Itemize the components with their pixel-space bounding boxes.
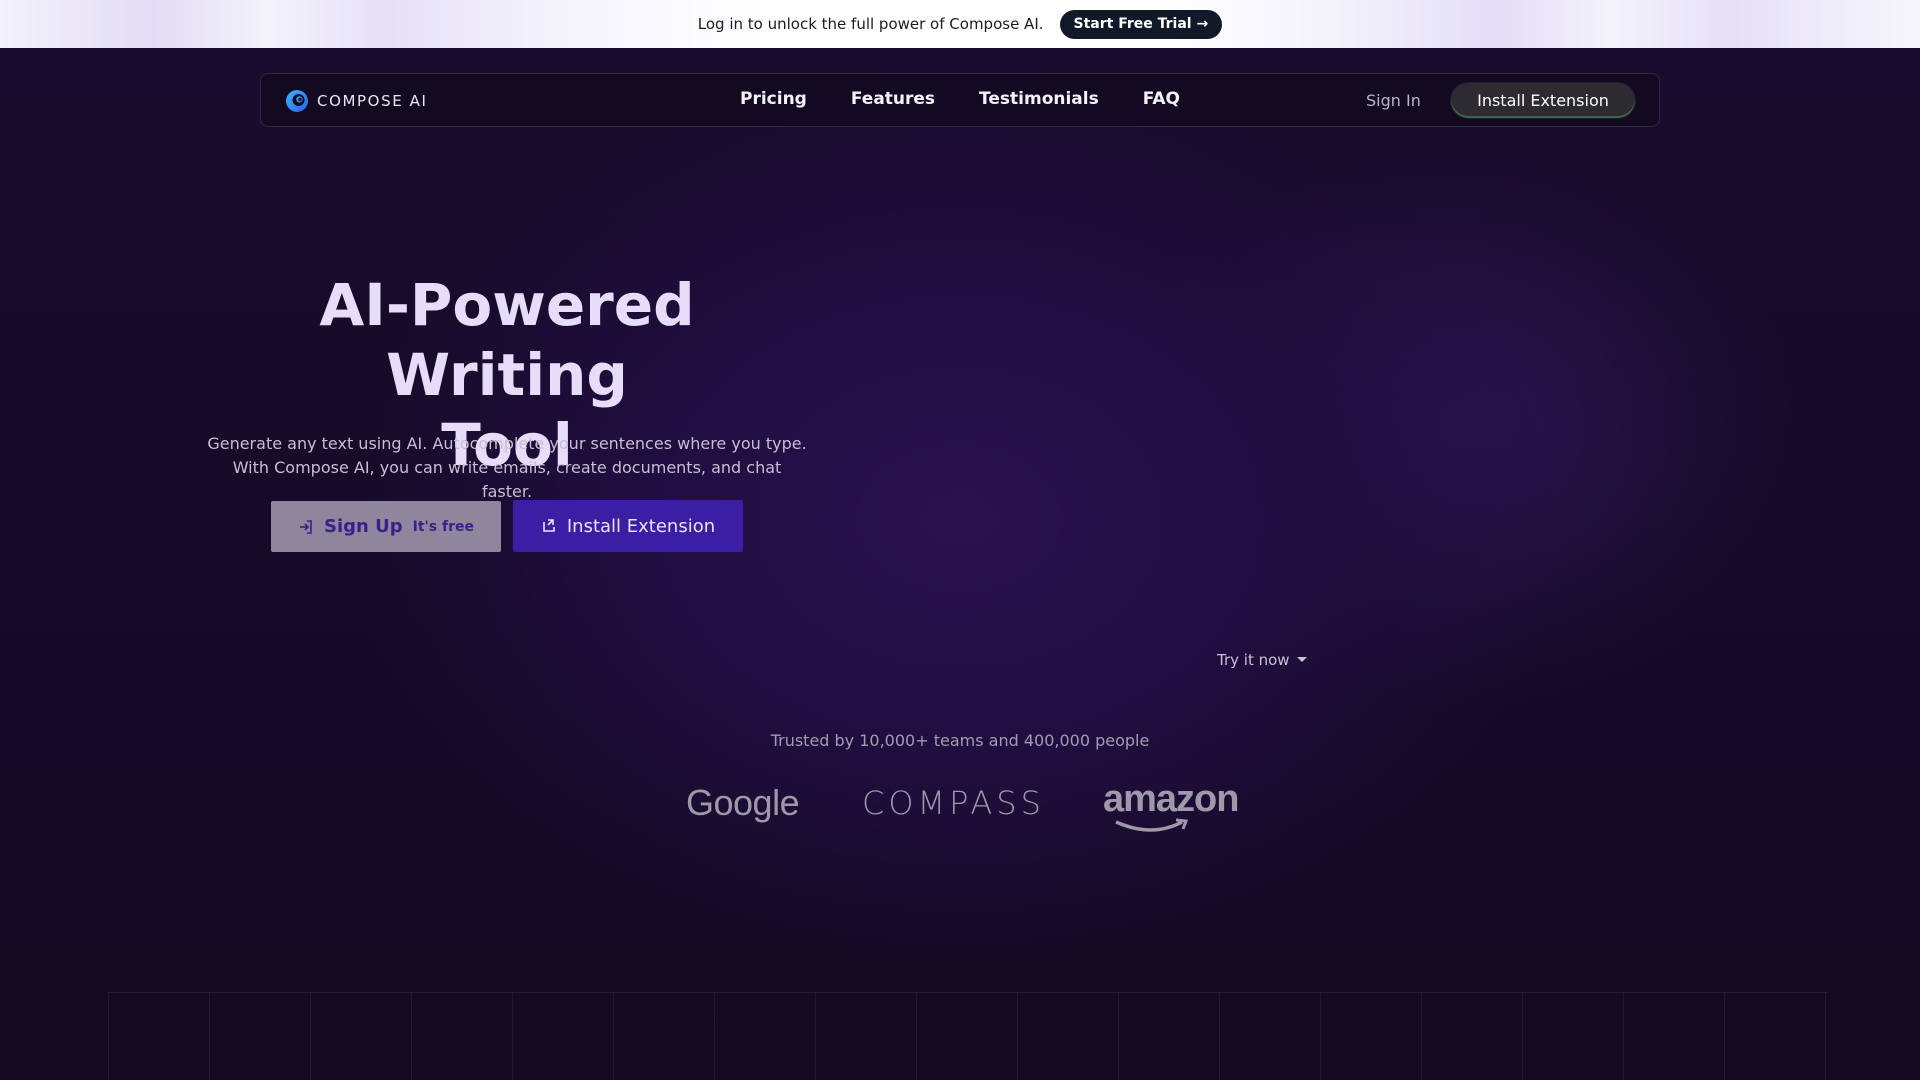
try-it-now-label: Try it now (1217, 651, 1290, 669)
hero-subtitle: Generate any text using AI. Autocomplete… (207, 432, 807, 504)
brand-name: COMPOSE AI (317, 92, 428, 110)
grid-line (209, 993, 210, 1080)
trusted-by-text: Trusted by 10,000+ teams and 400,000 peo… (770, 731, 1150, 750)
grid-line (916, 993, 917, 1080)
grid-line (1522, 993, 1523, 1080)
grid-line (1219, 993, 1220, 1080)
install-extension-button[interactable]: Install Extension (513, 500, 743, 552)
start-free-trial-button[interactable]: Start Free Trial → (1059, 9, 1223, 39)
try-it-now-link[interactable]: Try it now (1217, 651, 1308, 669)
grid-line (1017, 993, 1018, 1080)
grid-line (1724, 993, 1725, 1080)
banner-text: Log in to unlock the full power of Compo… (697, 15, 1044, 33)
sign-up-label: Sign Up (324, 516, 403, 537)
grid-line (1421, 993, 1422, 1080)
amazon-smile-icon (1115, 818, 1189, 832)
sign-in-link[interactable]: Sign In (1366, 91, 1421, 110)
grid-line (1118, 993, 1119, 1080)
hero-subtitle-line2: With Compose AI, you can write emails, c… (232, 458, 782, 501)
grid-line (411, 993, 412, 1080)
promo-banner: Log in to unlock the full power of Compo… (0, 0, 1920, 48)
amazon-logo: amazon (1103, 778, 1239, 820)
decorative-grid (108, 992, 1828, 1080)
grid-line (512, 993, 513, 1080)
install-extension-label: Install Extension (566, 515, 716, 537)
grid-line (1825, 993, 1826, 1080)
grid-line (815, 993, 816, 1080)
grid-line (613, 993, 614, 1080)
download-icon (543, 519, 555, 532)
brand-logo[interactable]: COMPOSE AI (285, 89, 428, 113)
google-logo: Google (686, 782, 800, 823)
grid-line (108, 993, 109, 1080)
grid-line (1623, 993, 1624, 1080)
grid-line (714, 993, 715, 1080)
hero-title-line1: AI-Powered Writing (319, 271, 695, 409)
nav-link-testimonials[interactable]: Testimonials (979, 89, 1099, 109)
nav-links: Pricing Features Testimonials FAQ (740, 89, 1180, 109)
nav-link-pricing[interactable]: Pricing (740, 89, 807, 109)
hero-background (0, 48, 1920, 1080)
sign-in-icon (300, 519, 312, 534)
nav-link-faq[interactable]: FAQ (1143, 89, 1180, 109)
top-nav: COMPOSE AI Pricing Features Testimonials… (260, 73, 1660, 127)
nav-install-extension-button[interactable]: Install Extension (1451, 83, 1635, 118)
grid-line (310, 993, 311, 1080)
compose-logo-icon (286, 90, 308, 112)
nav-link-features[interactable]: Features (851, 89, 935, 109)
compass-logo: COMPASS (862, 784, 1045, 822)
sign-up-free-badge: It's free (412, 518, 474, 535)
hero-subtitle-line1: Generate any text using AI. Autocomplete… (207, 434, 807, 453)
grid-line (1320, 993, 1321, 1080)
sign-up-button[interactable]: Sign Up It's free (271, 501, 501, 552)
chevron-down-icon (1296, 657, 1307, 662)
